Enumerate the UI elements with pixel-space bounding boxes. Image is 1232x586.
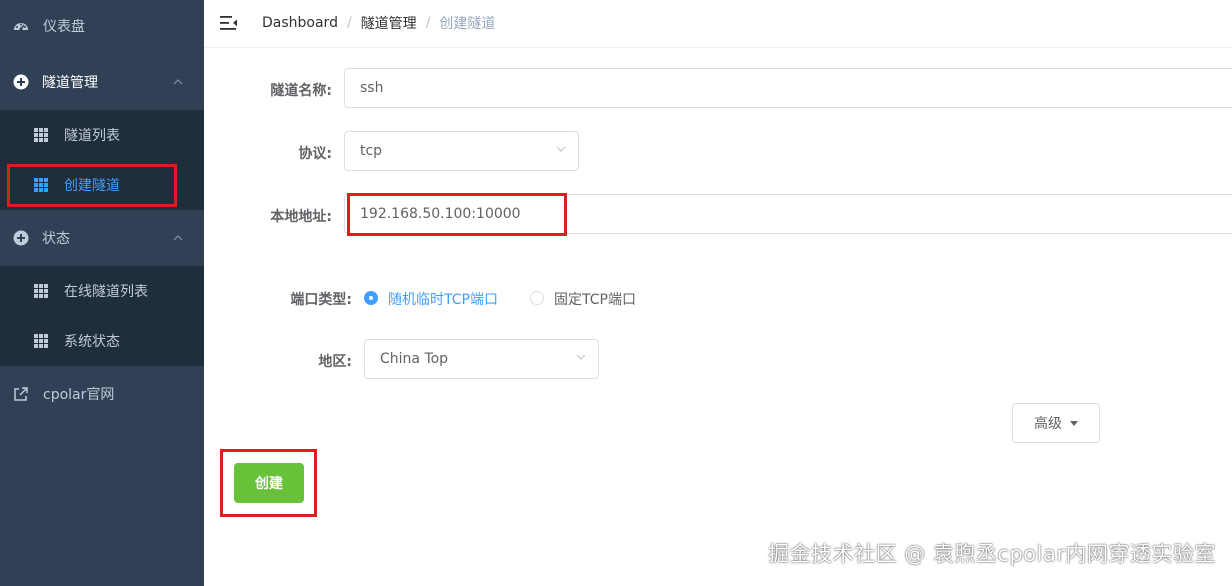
sidebar-item-system-status[interactable]: 系统状态 (0, 316, 204, 366)
breadcrumb-tunnel-management[interactable]: 隧道管理 (361, 13, 417, 33)
breadcrumb: Dashboard / 隧道管理 / 创建隧道 (262, 0, 495, 46)
port-type-fixed-label[interactable]: 固定TCP端口 (554, 289, 636, 309)
sidebar-item-status[interactable]: 状态 (0, 212, 204, 264)
sidebar-item-label: 系统状态 (64, 334, 120, 350)
protocol-label: 协议: (298, 146, 332, 162)
breadcrumb-separator: / (425, 15, 431, 31)
local-address-label: 本地地址: (270, 209, 332, 225)
grid-icon (34, 178, 48, 192)
create-label: 创建 (255, 476, 283, 492)
grid-icon (34, 334, 48, 348)
port-type-random-radio[interactable] (364, 291, 378, 305)
tunnel-name-label: 隧道名称: (270, 83, 332, 99)
sidebar-item-label: 创建隧道 (64, 178, 120, 194)
submenu-status: 在线隧道列表 系统状态 (0, 266, 204, 366)
dashboard-icon (13, 18, 29, 34)
port-type-random-label[interactable]: 随机临时TCP端口 (388, 289, 498, 309)
caret-down-icon (1070, 420, 1078, 426)
protocol-select[interactable]: tcp (344, 131, 579, 171)
sidebar-item-create-tunnel[interactable]: 创建隧道 (0, 160, 204, 210)
hamburger-icon[interactable] (220, 14, 238, 32)
plus-circle-icon (13, 74, 29, 90)
tunnel-name-value: ssh (360, 80, 384, 96)
sidebar-item-cpolar-site[interactable]: cpolar官网 (0, 368, 204, 420)
create-button[interactable]: 创建 (234, 463, 304, 503)
submenu-tunnel-management: 隧道列表 创建隧道 (0, 110, 204, 210)
port-type-fixed-radio[interactable] (530, 291, 544, 305)
breadcrumb-separator: / (346, 15, 352, 31)
chevron-up-icon (173, 235, 183, 241)
chevron-up-icon (173, 79, 183, 85)
navbar: Dashboard / 隧道管理 / 创建隧道 (204, 0, 1232, 48)
sidebar-item-dashboard[interactable]: 仪表盘 (0, 0, 204, 52)
tunnel-name-input[interactable]: ssh (344, 68, 1232, 108)
sidebar-item-online-tunnels[interactable]: 在线隧道列表 (0, 266, 204, 316)
grid-icon (34, 284, 48, 298)
sidebar-item-label: 在线隧道列表 (64, 284, 148, 300)
breadcrumb-dashboard[interactable]: Dashboard (262, 15, 338, 31)
watermark: 掘金技术社区 @ 袁煦丞cpolar内网穿透实验室 (768, 542, 1216, 566)
sidebar-item-label: cpolar官网 (43, 387, 115, 403)
plus-circle-icon (13, 230, 29, 246)
chevron-down-icon (556, 146, 566, 152)
sidebar-item-label: 隧道列表 (64, 128, 120, 144)
protocol-value: tcp (360, 143, 383, 159)
sidebar-item-label: 隧道管理 (42, 75, 98, 91)
chevron-down-icon (576, 354, 586, 360)
region-label: 地区: (318, 354, 352, 370)
port-type-label: 端口类型: (290, 292, 352, 308)
grid-icon (34, 128, 48, 142)
local-address-input[interactable]: 192.168.50.100:10000 (344, 194, 1232, 234)
sidebar: 仪表盘 隧道管理 隧道列表 创建隧道 状态 在线隧道列表 系统状态 cpolar… (0, 0, 204, 586)
external-link-icon (13, 386, 29, 402)
sidebar-item-tunnel-list[interactable]: 隧道列表 (0, 110, 204, 160)
sidebar-item-tunnel-management[interactable]: 隧道管理 (0, 56, 204, 108)
advanced-button[interactable]: 高级 (1012, 403, 1100, 443)
sidebar-item-label: 状态 (42, 231, 70, 247)
advanced-label: 高级 (1034, 416, 1062, 432)
region-value: China Top (380, 351, 449, 367)
sidebar-item-label: 仪表盘 (43, 19, 85, 35)
local-address-value: 192.168.50.100:10000 (360, 206, 521, 222)
breadcrumb-current: 创建隧道 (439, 16, 496, 32)
region-select[interactable]: China Top (364, 339, 599, 379)
